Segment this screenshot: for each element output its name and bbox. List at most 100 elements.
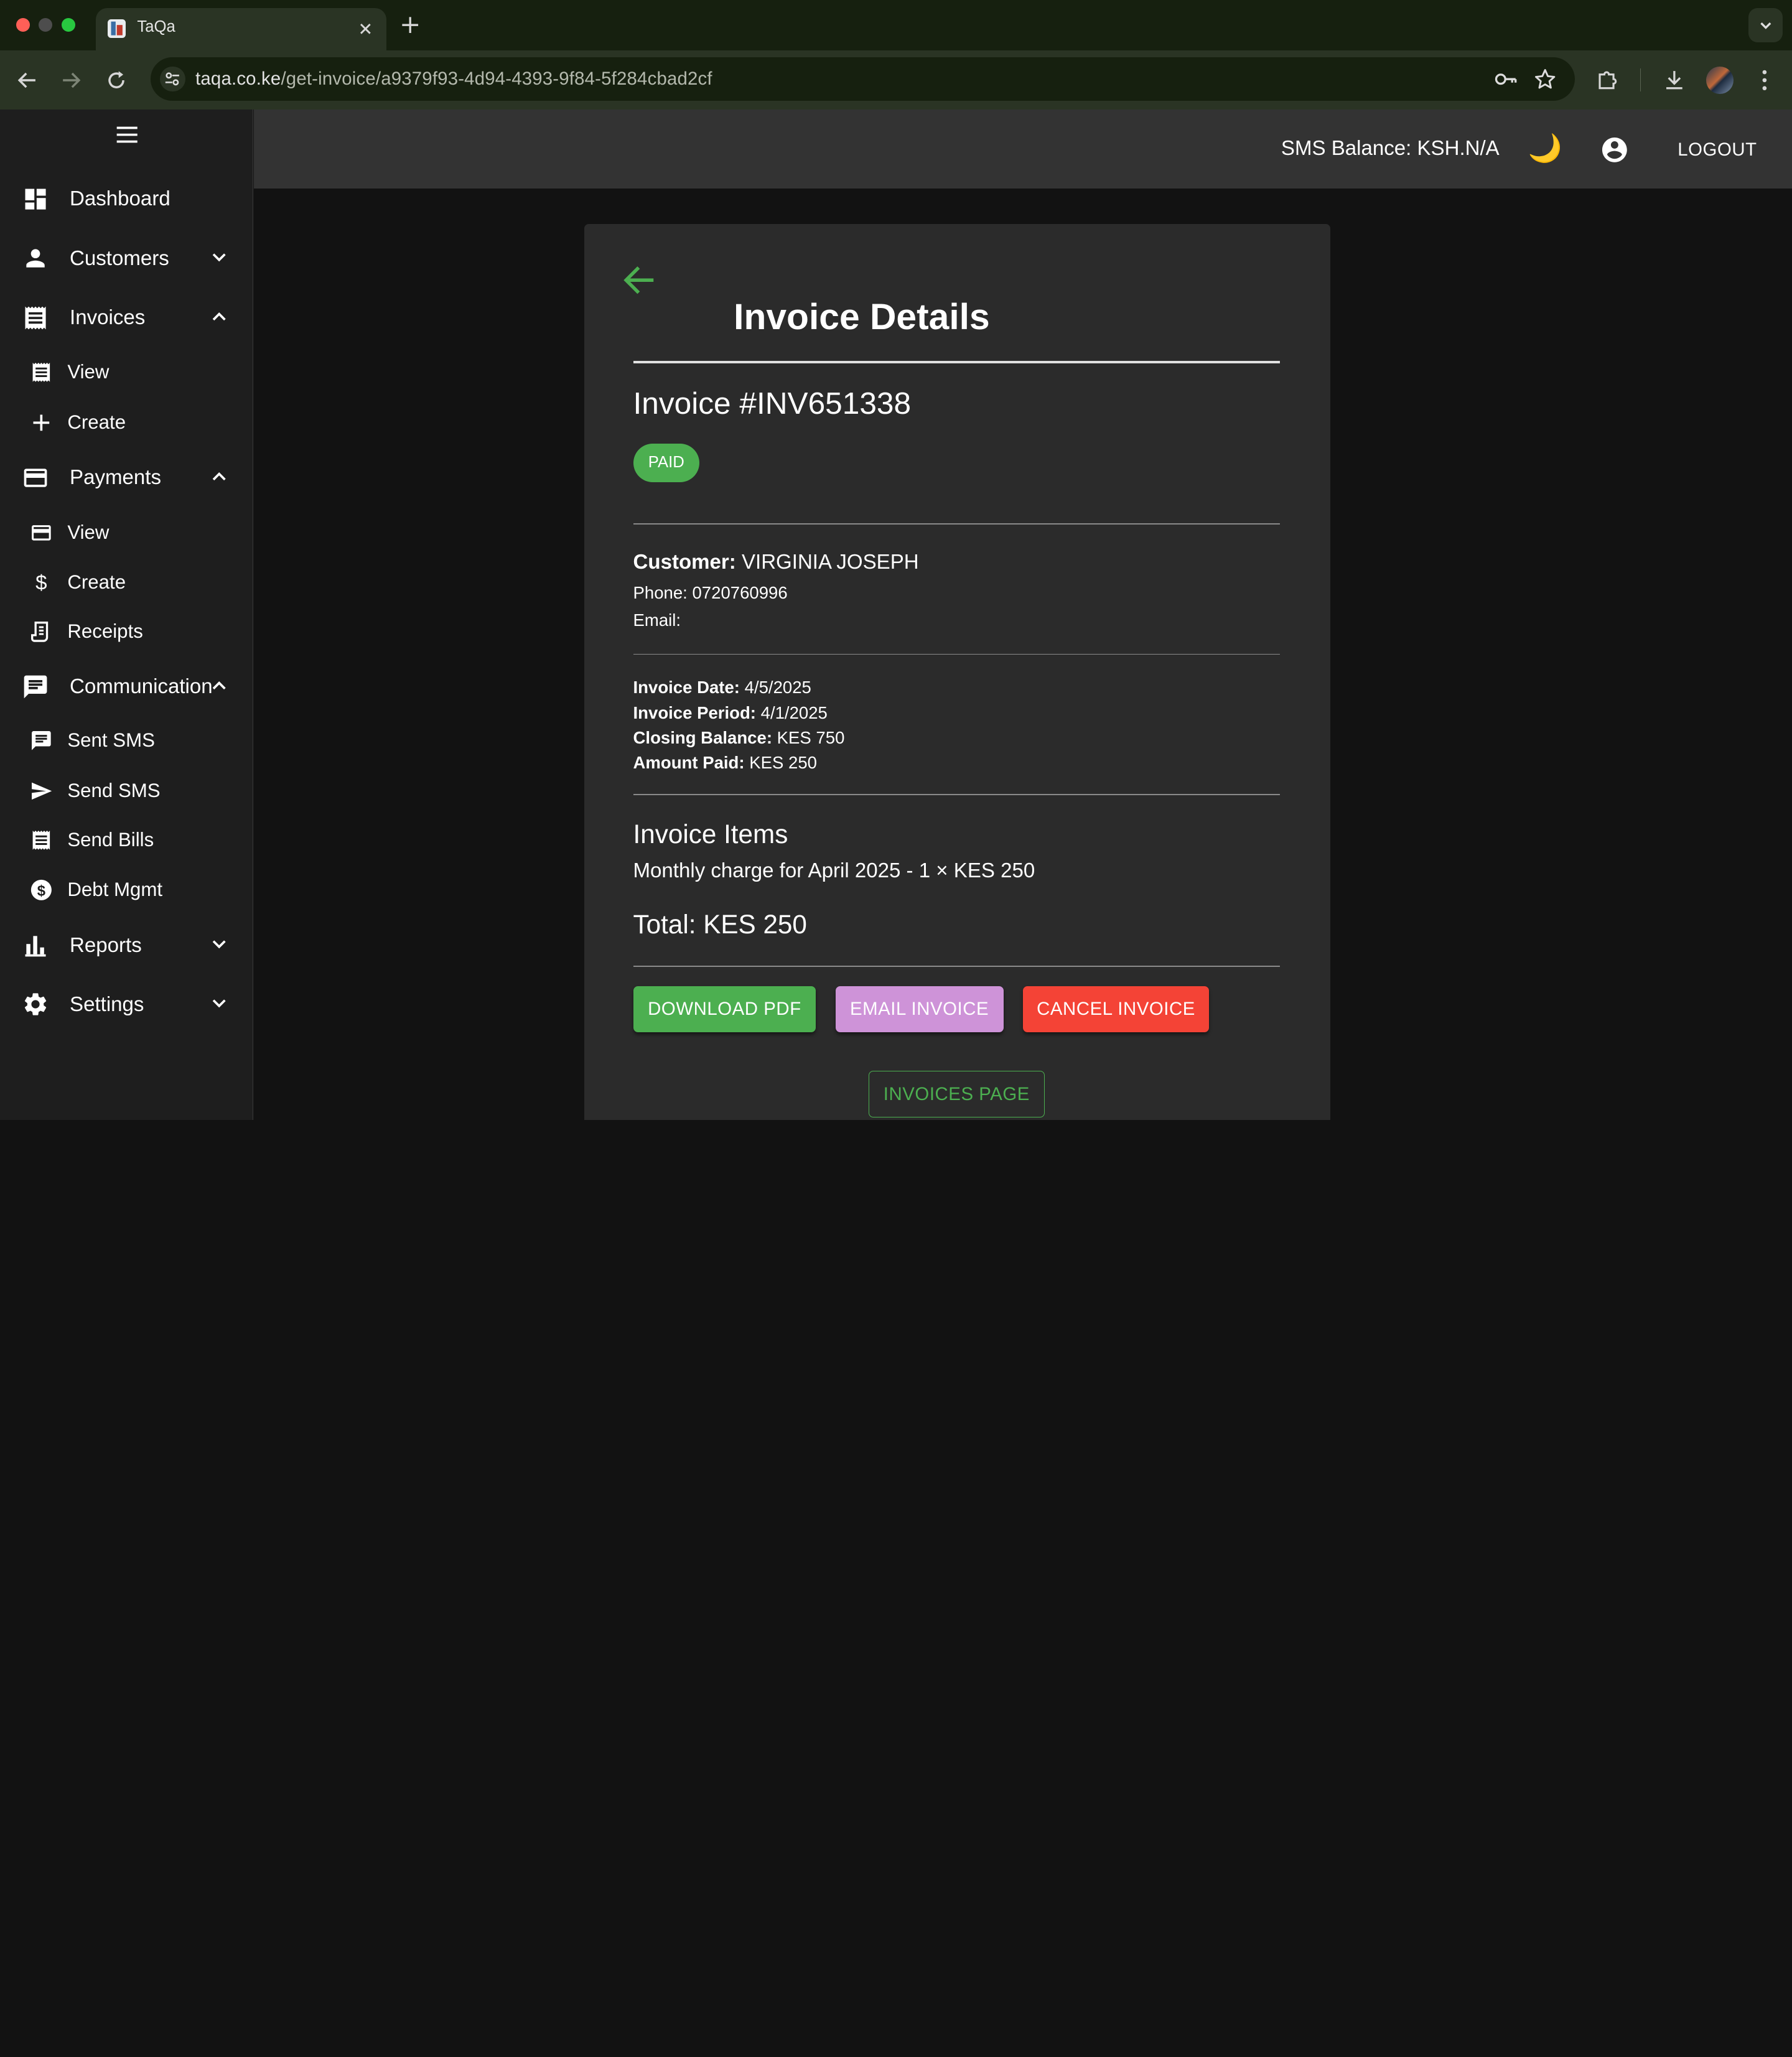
- close-window-button[interactable]: [16, 18, 30, 32]
- sidebar-subitem-label: Receipts: [67, 620, 143, 643]
- invoice-number: Invoice #INV651338: [633, 385, 912, 421]
- svg-text:$: $: [35, 572, 47, 594]
- receipt-icon: [22, 304, 49, 332]
- tab-title: TaQa: [137, 18, 175, 36]
- sidebar-subitem-send-bills[interactable]: Send Bills: [0, 817, 253, 862]
- sidebar-item-label: Payments: [70, 466, 161, 490]
- account-circle-icon[interactable]: [1600, 135, 1630, 165]
- invoice-item: Monthly charge for April 2025 - 1 × KES …: [633, 859, 1035, 883]
- sidebar-subitem-label: Create: [67, 571, 126, 594]
- menu-toggle-icon[interactable]: [114, 124, 139, 145]
- plus-icon: [30, 411, 53, 434]
- invoice-card: Invoice Details Invoice #INV651338 PAID …: [584, 223, 1330, 1120]
- download-pdf-button[interactable]: DOWNLOAD PDF: [633, 986, 816, 1032]
- sidebar-item-communication[interactable]: Communication: [0, 661, 253, 712]
- cancel-invoice-button[interactable]: CANCEL INVOICE: [1022, 986, 1210, 1032]
- site-info-icon[interactable]: [160, 66, 185, 91]
- toolbar-divider: [1640, 68, 1641, 91]
- amount-paid: KES 250: [749, 753, 817, 773]
- sidebar-subitem-invoices-create[interactable]: Create: [0, 400, 253, 445]
- window-controls: [16, 18, 76, 32]
- sidebar-item-label: Reports: [70, 933, 142, 957]
- close-tab-icon[interactable]: [354, 17, 377, 40]
- download-icon[interactable]: [1659, 65, 1689, 95]
- favicon-icon: [107, 19, 126, 38]
- closing-balance-label: Closing Balance:: [633, 727, 772, 747]
- customer-line: Customer: VIRGINIA JOSEPH: [633, 551, 919, 574]
- credit-card-icon: [30, 521, 53, 544]
- browser-tab[interactable]: TaQa: [96, 7, 386, 50]
- sms-balance: SMS Balance: KSH.N/A: [1281, 137, 1500, 161]
- sidebar-item-settings[interactable]: Settings: [0, 979, 253, 1030]
- sidebar-subitem-payments-view[interactable]: View: [0, 510, 253, 555]
- browser-tab-bar: TaQa: [0, 0, 1792, 50]
- customer-name: VIRGINIA JOSEPH: [741, 551, 919, 574]
- password-key-icon[interactable]: [1493, 67, 1518, 91]
- divider: [633, 653, 1281, 655]
- sidebar-subitem-send-sms[interactable]: Send SMS: [0, 768, 253, 813]
- invoice-items-heading: Invoice Items: [633, 819, 788, 849]
- invoice-date: 4/5/2025: [744, 678, 811, 697]
- chevron-down-icon: [207, 991, 231, 1015]
- bookmark-star-icon[interactable]: [1533, 67, 1557, 91]
- chevron-up-icon: [207, 673, 231, 698]
- sidebar-item-invoices[interactable]: Invoices: [0, 292, 253, 343]
- sidebar-subitem-debt-mgmt[interactable]: $ Debt Mgmt: [0, 867, 253, 913]
- chevron-down-icon: [207, 931, 231, 956]
- chat-icon: [22, 673, 49, 701]
- back-arrow-icon[interactable]: [620, 261, 659, 299]
- sidebar-item-payments[interactable]: Payments: [0, 452, 253, 503]
- customer-email: Email:: [633, 610, 681, 630]
- sidebar-item-label: Settings: [70, 993, 144, 1017]
- logout-button[interactable]: LOGOUT: [1678, 139, 1757, 161]
- maximize-window-button[interactable]: [62, 18, 76, 32]
- sidebar-subitem-receipts[interactable]: Receipts: [0, 609, 253, 655]
- svg-text:$: $: [37, 883, 45, 900]
- amount-paid-line: Amount Paid: KES 250: [633, 753, 817, 773]
- minimize-window-button[interactable]: [39, 18, 53, 32]
- sidebar-item-customers[interactable]: Customers: [0, 233, 253, 284]
- address-bar[interactable]: taqa.co.ke/get-invoice/a9379f93-4d94-439…: [151, 57, 1575, 101]
- reload-icon[interactable]: [103, 67, 130, 94]
- url-text: taqa.co.ke/get-invoice/a9379f93-4d94-439…: [195, 68, 712, 90]
- url-path: /get-invoice/a9379f93-4d94-4393-9f84-5f2…: [281, 68, 712, 90]
- closing-balance-line: Closing Balance: KES 750: [633, 728, 845, 748]
- sidebar-subitem-sent-sms[interactable]: Sent SMS: [0, 717, 253, 763]
- invoice-date-line: Invoice Date: 4/5/2025: [633, 678, 811, 697]
- back-icon[interactable]: [14, 67, 41, 94]
- extensions-icon[interactable]: [1593, 65, 1623, 95]
- sidebar-item-label: Customers: [70, 246, 169, 270]
- profile-avatar[interactable]: [1706, 66, 1734, 94]
- sidebar-subitem-label: View: [67, 521, 110, 543]
- divider: [633, 523, 1281, 525]
- new-tab-icon[interactable]: [398, 12, 422, 37]
- invoices-page-button[interactable]: INVOICES PAGE: [868, 1070, 1045, 1118]
- chevron-down-icon: [207, 245, 231, 269]
- chat-icon: [30, 729, 53, 752]
- sidebar-item-dashboard[interactable]: Dashboard: [0, 174, 253, 224]
- divider: [633, 794, 1281, 796]
- email-invoice-button[interactable]: EMAIL INVOICE: [835, 986, 1004, 1032]
- tab-search-icon[interactable]: [1748, 7, 1783, 42]
- sidebar-item-label: Communication: [70, 675, 213, 699]
- invoice-period-label: Invoice Period:: [633, 702, 756, 722]
- person-icon: [22, 245, 49, 272]
- invoice-period-line: Invoice Period: 4/1/2025: [633, 703, 828, 723]
- closing-balance: KES 750: [777, 727, 845, 747]
- more-menu-icon[interactable]: [1750, 65, 1780, 95]
- credit-card-icon: [22, 464, 49, 492]
- sidebar-subitem-payments-create[interactable]: $ Create: [0, 560, 253, 605]
- sidebar-subitem-invoices-view[interactable]: View: [0, 350, 253, 395]
- moon-icon[interactable]: 🌙: [1528, 134, 1562, 164]
- sidebar-subitem-label: Sent SMS: [67, 729, 155, 751]
- chevron-up-icon: [207, 304, 231, 329]
- status-badge: PAID: [633, 443, 700, 483]
- forward-icon[interactable]: [57, 67, 85, 94]
- sidebar-item-label: Dashboard: [70, 187, 170, 211]
- sidebar-subitem-label: View: [67, 361, 110, 383]
- sidebar-item-reports[interactable]: Reports: [0, 920, 253, 971]
- url-host: taqa.co.ke: [195, 68, 281, 90]
- receipt-long-icon: [30, 620, 53, 643]
- divider: [633, 966, 1281, 967]
- customer-label: Customer:: [633, 551, 736, 574]
